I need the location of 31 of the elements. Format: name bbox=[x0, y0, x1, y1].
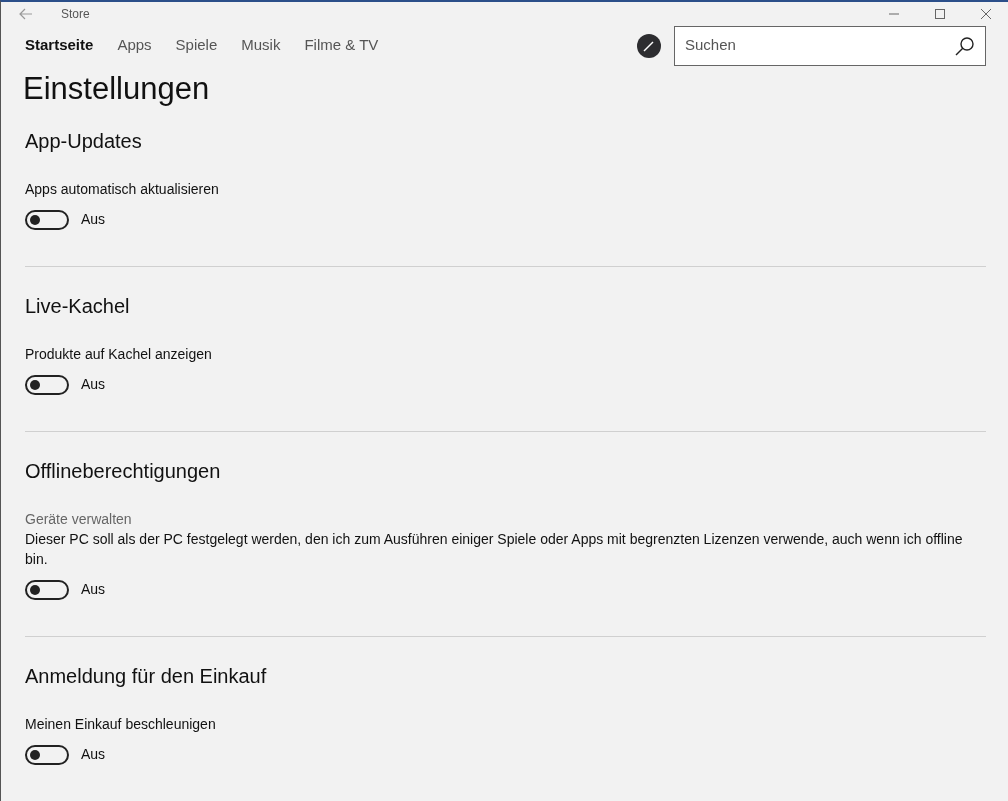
toggle-switch[interactable] bbox=[25, 579, 69, 600]
section-heading: App-Updates bbox=[25, 129, 143, 154]
setting-label: Produkte auf Kachel anzeigen bbox=[25, 345, 213, 364]
maximize-icon[interactable] bbox=[935, 8, 945, 19]
toggle-status: Aus bbox=[81, 745, 106, 764]
back-icon[interactable] bbox=[19, 7, 33, 20]
section-heading: Anmeldung für den Einkauf bbox=[25, 664, 268, 689]
search-input: Suchen bbox=[685, 34, 955, 57]
pen-icon[interactable] bbox=[637, 33, 661, 58]
toggle-status: Aus bbox=[81, 210, 106, 229]
search-field[interactable]: Suchen bbox=[674, 25, 986, 66]
section-heading: Live-Kachel bbox=[25, 294, 131, 319]
section-heading: Offlineberechtigungen bbox=[25, 459, 222, 484]
toggle-status: Aus bbox=[81, 375, 106, 394]
toggle-switch[interactable] bbox=[25, 209, 69, 230]
nav-tab[interactable]: Spiele bbox=[175, 34, 218, 57]
page-title: Einstellungen bbox=[23, 69, 210, 108]
toggle-switch[interactable] bbox=[25, 374, 69, 395]
toggle-switch[interactable] bbox=[25, 744, 69, 765]
toggle-status: Aus bbox=[81, 580, 106, 599]
nav-tab[interactable]: Startseite bbox=[25, 34, 94, 57]
search-icon[interactable] bbox=[955, 35, 975, 56]
nav-tab[interactable]: Apps bbox=[117, 34, 152, 57]
window-title: Store bbox=[61, 5, 90, 23]
close-icon[interactable] bbox=[981, 8, 991, 19]
setting-description: Dieser PC soll als der PC festgelegt werden, den ich zum Ausführen einiger Spiele oder Apps mit begrenzten Lizenzen verwende, auch wenn ich offline bin. bbox=[25, 530, 964, 569]
setting-label: Meinen Einkauf beschleunigen bbox=[25, 715, 217, 734]
setting-label: Apps automatisch aktualisieren bbox=[25, 180, 220, 199]
nav-tab[interactable]: Filme & TV bbox=[304, 34, 379, 57]
nav-tab[interactable]: Musik bbox=[241, 34, 281, 57]
setting-subheading: Geräte verwalten bbox=[25, 510, 133, 529]
